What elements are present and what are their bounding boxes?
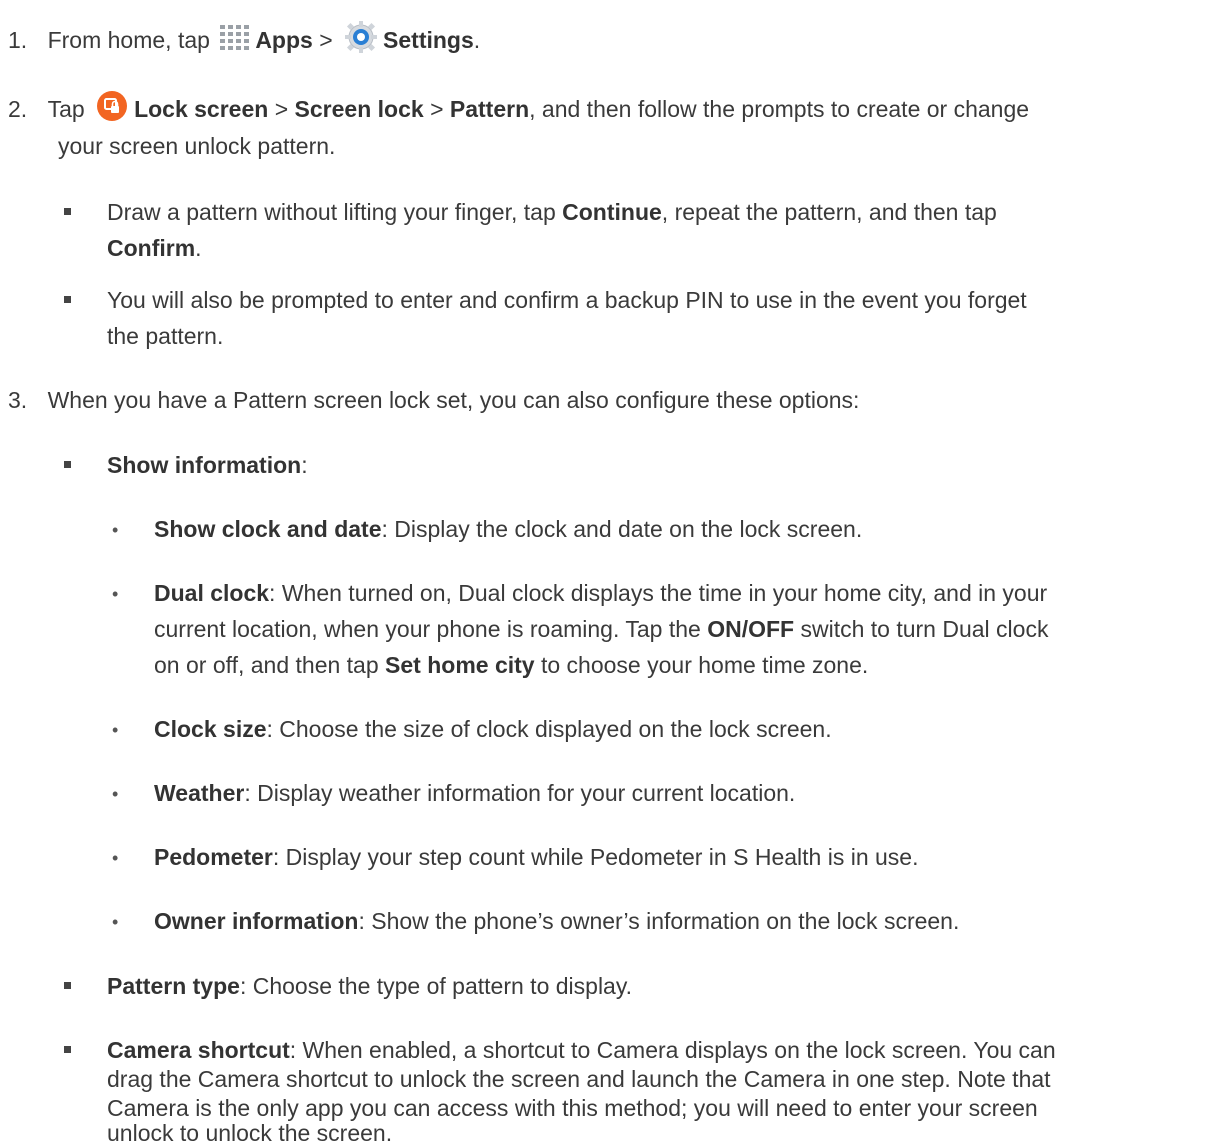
- on-off-label: ON/OFF: [707, 616, 795, 642]
- sub-text: switch to turn Dual clock: [794, 616, 1049, 642]
- sub-pedometer: Pedometer: Display your step count while…: [154, 841, 918, 874]
- sub-text: current location, when your phone is roa…: [154, 616, 708, 642]
- pattern-label: Pattern: [449, 96, 530, 122]
- sub-bullet: •: [112, 520, 119, 540]
- settings-label: Settings: [383, 27, 474, 53]
- sub-weather: Weather: Display weather information for…: [154, 777, 795, 810]
- option-show-information: Show information:: [107, 449, 308, 482]
- step-number: 1.: [8, 27, 28, 53]
- apps-grid-icon: [220, 24, 250, 51]
- option-label: Camera shortcut: [107, 1037, 290, 1063]
- step-number: 2.: [8, 96, 28, 122]
- step-number: 3.: [8, 387, 28, 413]
- bullet-backup-pin-line-1: You will also be prompted to enter and c…: [107, 287, 1027, 313]
- option-camera-shortcut-line-4: unlock to unlock the screen.: [107, 1120, 393, 1146]
- separator: >: [274, 96, 289, 122]
- sub-show-clock-date: Show clock and date: Display the clock a…: [154, 513, 862, 546]
- sub-bullet: •: [112, 720, 119, 740]
- bullet-square: [64, 1046, 71, 1053]
- separator: >: [319, 27, 333, 53]
- step-text: When you have a Pattern screen lock set,…: [47, 387, 860, 413]
- period: .: [195, 235, 202, 261]
- step-text: Tap: [47, 96, 85, 122]
- step-3: 3. When you have a Pattern screen lock s…: [8, 384, 859, 417]
- set-home-city-label: Set home city: [385, 652, 535, 678]
- sub-bullet: •: [112, 912, 119, 932]
- step-2-line-1: 2. Tap Lock screen > Screen lock > Patte…: [8, 90, 1030, 126]
- sub-dual-clock-line-1: Dual clock: When turned on, Dual clock d…: [154, 577, 1047, 610]
- bullet-text: , repeat the pattern, and then tap: [661, 199, 997, 225]
- sub-label: Clock size: [154, 716, 267, 742]
- sub-text: to choose your home time zone.: [534, 652, 869, 678]
- step-text: From home, tap: [47, 27, 210, 53]
- option-label: Pattern type: [107, 973, 240, 999]
- sub-text: : Display your step count while Pedomete…: [272, 844, 919, 870]
- step-text: , and then follow the prompts to create …: [529, 96, 1030, 122]
- bullet-square: [64, 296, 71, 303]
- option-label: Show information: [107, 452, 302, 478]
- separator: >: [430, 96, 444, 122]
- sub-text: : Choose the size of clock displayed on …: [266, 716, 832, 742]
- apps-label: Apps: [255, 27, 313, 53]
- lock-screen-icon: [96, 90, 128, 122]
- sub-label: Weather: [154, 780, 245, 806]
- bullet-square: [64, 461, 71, 468]
- sub-bullet: •: [112, 784, 119, 804]
- sub-text: : Show the phone’s owner’s information o…: [358, 908, 960, 934]
- option-text: : Choose the type of pattern to display.: [239, 973, 633, 999]
- bullet-continue-line-2: Confirm.: [107, 232, 202, 265]
- sub-owner-information: Owner information: Show the phone’s owne…: [154, 905, 959, 938]
- step-1: 1. From home, tap Apps > Settings.: [8, 20, 481, 59]
- sub-text: on or off, and then tap: [154, 652, 386, 678]
- document-page: 1. From home, tap Apps > Settings. 2. Ta…: [0, 0, 1215, 1145]
- sub-dual-clock-line-3: on or off, and then tap Set home city to…: [154, 649, 868, 682]
- period: .: [473, 27, 481, 53]
- sub-text: : Display the clock and date on the lock…: [381, 516, 863, 542]
- sub-bullet: •: [112, 584, 119, 604]
- option-text: : When enabled, a shortcut to Camera dis…: [289, 1037, 1056, 1063]
- bullet-continue-line-1: Draw a pattern without lifting your fing…: [107, 196, 997, 229]
- sub-bullet: •: [112, 848, 119, 868]
- bullet-square: [64, 208, 71, 215]
- confirm-label: Confirm: [107, 235, 196, 261]
- sub-label: Dual clock: [154, 580, 270, 606]
- option-pattern-type: Pattern type: Choose the type of pattern…: [107, 970, 632, 1003]
- lock-screen-label: Lock screen: [134, 96, 269, 122]
- sub-text: : Display weather information for your c…: [244, 780, 796, 806]
- screen-lock-label: Screen lock: [294, 96, 424, 122]
- step-2-line-2: your screen unlock pattern.: [58, 133, 336, 159]
- colon: :: [301, 452, 308, 478]
- bullet-backup-pin-line-2: the pattern.: [107, 323, 224, 349]
- continue-label: Continue: [562, 199, 662, 225]
- sub-label: Show clock and date: [154, 516, 382, 542]
- sub-label: Owner information: [154, 908, 359, 934]
- sub-clock-size: Clock size: Choose the size of clock dis…: [154, 713, 832, 746]
- sub-text: : When turned on, Dual clock displays th…: [269, 580, 1048, 606]
- bullet-text: Draw a pattern without lifting your fing…: [107, 199, 563, 225]
- settings-gear-icon: [344, 20, 378, 54]
- sub-dual-clock-line-2: current location, when your phone is roa…: [154, 613, 1048, 646]
- sub-label: Pedometer: [154, 844, 273, 870]
- bullet-square: [64, 982, 71, 989]
